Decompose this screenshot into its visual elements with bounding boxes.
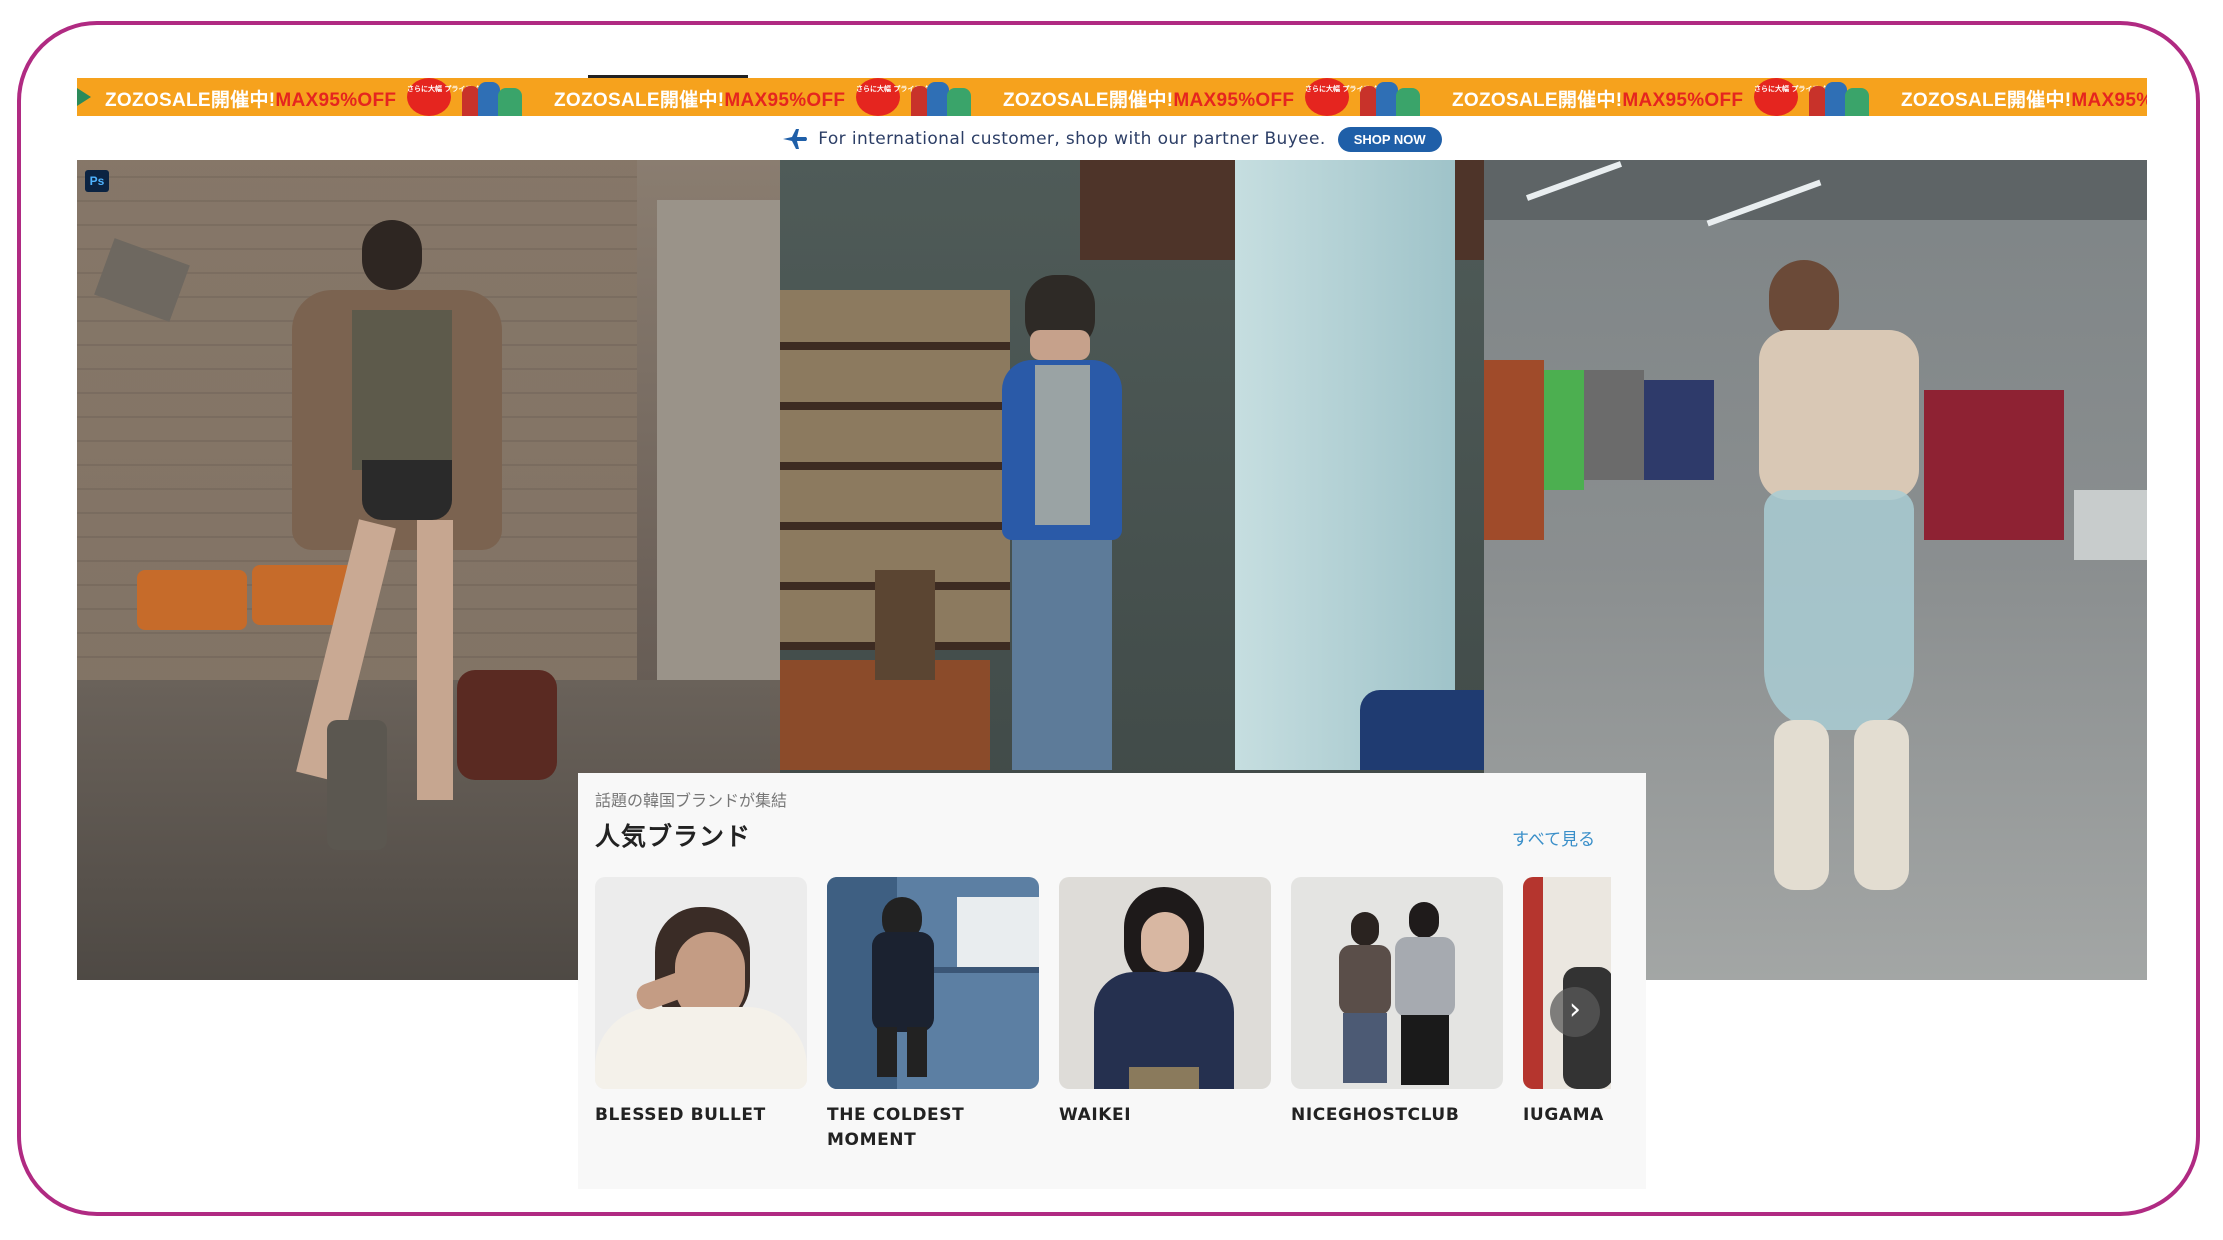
brand-image[interactable] bbox=[1523, 877, 1611, 1089]
promo-text: ZOZOSALE開催中! bbox=[1901, 90, 2072, 111]
brand-carousel: BLESSED BULLET THE COLDEST MOMENT WAIKEI… bbox=[595, 877, 1611, 1177]
chevron-right-icon[interactable]: › bbox=[1550, 987, 1600, 1037]
price-down-badge: さらに大幅 プライス ダウン bbox=[1754, 78, 1843, 116]
promo-text: ZOZOSALE開催中! bbox=[554, 90, 725, 111]
brand-item-waikei[interactable]: WAIKEI bbox=[1059, 877, 1271, 1128]
brand-image[interactable] bbox=[827, 877, 1039, 1089]
popular-brands-section: 話題の韓国ブランドが集結 人気ブランド すべて見る BLESSED BULLET bbox=[578, 773, 1646, 1189]
brand-name: BLESSED BULLET bbox=[595, 1105, 766, 1125]
brand-item-niceghostclub[interactable]: NICEGHOSTCLUB bbox=[1291, 877, 1503, 1128]
brand-item-blessed-bullet[interactable]: BLESSED BULLET bbox=[595, 877, 807, 1128]
arrow-icon bbox=[77, 88, 91, 106]
brand-name: IUGAMA bbox=[1523, 1105, 1604, 1125]
promo-highlight: MAX95%OFF bbox=[1622, 90, 1744, 111]
brand-name: WAIKEI bbox=[1059, 1105, 1132, 1125]
international-text: For international customer, shop with ou… bbox=[818, 129, 1326, 149]
promo-models-icon bbox=[911, 80, 973, 116]
promo-models-icon bbox=[1809, 80, 1871, 116]
promo-unit: ZOZOSALE開催中!MAX95%OFF さらに大幅 プライス ダウン bbox=[77, 78, 526, 116]
brand-item-the-coldest-moment[interactable]: THE COLDEST MOMENT bbox=[827, 877, 1039, 1153]
shop-now-button[interactable]: SHOP NOW bbox=[1337, 126, 1442, 152]
brand-name: THE COLDEST MOMENT bbox=[827, 1105, 965, 1150]
price-down-badge: さらに大幅 プライス ダウン bbox=[407, 78, 496, 116]
international-bar: For international customer, shop with ou… bbox=[77, 122, 2147, 156]
promo-models-icon bbox=[1360, 80, 1422, 116]
price-down-badge: さらに大幅 プライス ダウン bbox=[856, 78, 945, 116]
promo-highlight: MAX95%OFF bbox=[275, 90, 397, 111]
price-down-badge: さらに大幅 プライス ダウン bbox=[1305, 78, 1394, 116]
promo-highlight: MAX95%OFF bbox=[1173, 90, 1295, 111]
airplane-icon bbox=[783, 129, 808, 149]
promo-unit: ZOZOSALE開催中!MAX95%OFF さらに大幅 プライス ダウン bbox=[1424, 78, 1873, 116]
see-all-link[interactable]: すべて見る bbox=[1512, 825, 1595, 850]
promo-text: ZOZOSALE開催中! bbox=[1452, 90, 1623, 111]
brand-name: NICEGHOSTCLUB bbox=[1291, 1105, 1460, 1125]
promo-models-icon bbox=[462, 80, 524, 116]
brands-title: 人気ブランド bbox=[595, 822, 752, 851]
photoshop-icon: Ps bbox=[85, 170, 109, 192]
promo-text: ZOZOSALE開催中! bbox=[105, 90, 276, 111]
brands-subtitle: 話題の韓国ブランドが集結 bbox=[595, 791, 788, 810]
promo-highlight: MAX95%OFF bbox=[2071, 90, 2147, 111]
promo-banner[interactable]: ZOZOSALE開催中!MAX95%OFF さらに大幅 プライス ダウン ZOZ… bbox=[77, 78, 2147, 116]
promo-highlight: MAX95%OFF bbox=[724, 90, 846, 111]
promo-unit: ZOZOSALE開催中!MAX95%OFF さらに大幅 プライス ダウン bbox=[975, 78, 1424, 116]
brand-image[interactable] bbox=[1059, 877, 1271, 1089]
promo-unit: ZOZOSALE開催中!MAX95%OFF さらに大幅 プライス ダウン bbox=[526, 78, 975, 116]
promo-text: ZOZOSALE開催中! bbox=[1003, 90, 1174, 111]
promo-unit: ZOZOSALE開催中!MAX95%OFF bbox=[1873, 78, 2147, 116]
brand-image[interactable] bbox=[1291, 877, 1503, 1089]
brand-image[interactable] bbox=[595, 877, 807, 1089]
